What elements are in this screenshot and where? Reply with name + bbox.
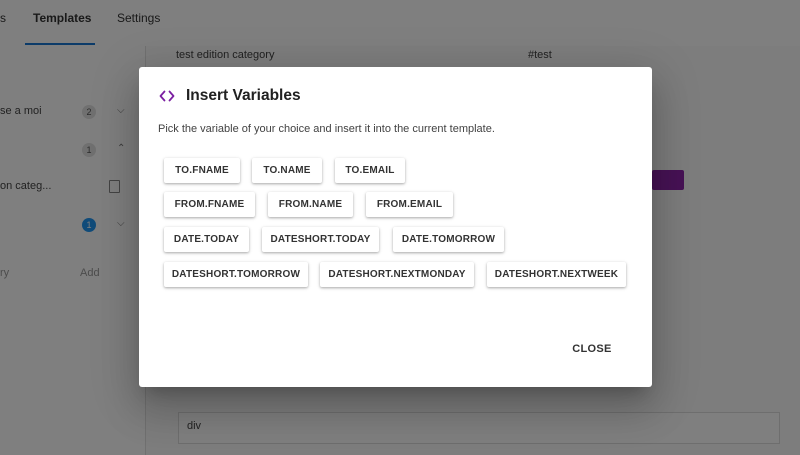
insert-variables-dialog: Insert Variables Pick the variable of yo… <box>139 67 652 387</box>
variable-button-dateshort-nextweek[interactable]: DATESHORT.NEXTWEEK <box>487 262 626 287</box>
variable-button-dateshort-nextmonday[interactable]: DATESHORT.NEXTMONDAY <box>320 262 474 287</box>
variable-button-from-fname[interactable]: FROM.FNAME <box>164 192 255 217</box>
close-button[interactable]: CLOSE <box>562 337 622 361</box>
variable-button-dateshort-tomorrow[interactable]: DATESHORT.TOMORROW <box>164 262 308 287</box>
variable-button-to-fname[interactable]: TO.FNAME <box>164 158 240 183</box>
variable-button-dateshort-today[interactable]: DATESHORT.TODAY <box>262 227 379 252</box>
dialog-description: Pick the variable of your choice and ins… <box>158 123 495 135</box>
dialog-title: Insert Variables <box>186 87 301 104</box>
variable-button-to-name[interactable]: TO.NAME <box>252 158 322 183</box>
variable-button-date-tomorrow[interactable]: DATE.TOMORROW <box>393 227 504 252</box>
variable-button-from-email[interactable]: FROM.EMAIL <box>366 192 453 217</box>
variable-button-to-email[interactable]: TO.EMAIL <box>335 158 405 183</box>
variable-button-from-name[interactable]: FROM.NAME <box>268 192 353 217</box>
code-icon <box>159 90 175 102</box>
variable-button-date-today[interactable]: DATE.TODAY <box>164 227 249 252</box>
